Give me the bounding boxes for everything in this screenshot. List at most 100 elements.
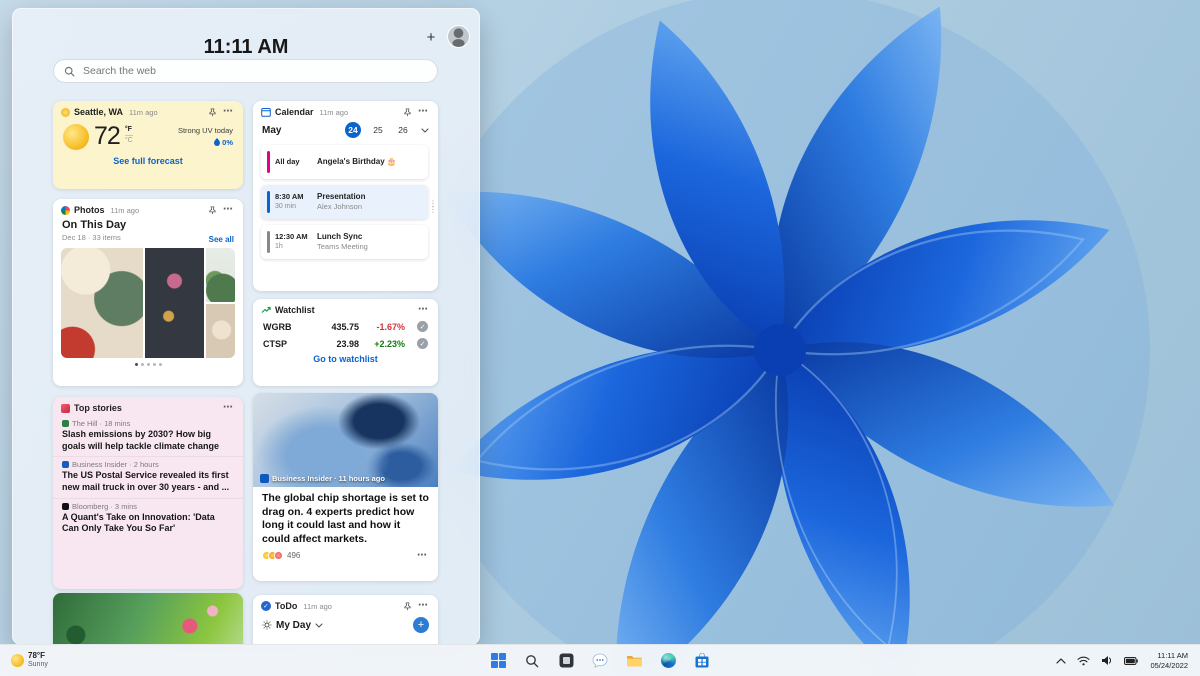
more-menu-icon[interactable]: ⋯	[416, 601, 430, 611]
event-color-bar	[267, 231, 270, 253]
todo-title: ToDo	[275, 601, 297, 611]
store-button[interactable]	[689, 647, 715, 674]
photo-thumbnail[interactable]	[206, 304, 235, 358]
web-search-bar[interactable]	[53, 59, 438, 83]
tray-date: 05/24/2022	[1150, 661, 1188, 671]
story-headline: Slash emissions by 2030? How big goals w…	[62, 429, 234, 452]
todo-widget[interactable]: ✓ ToDo 11m ago ⋯ My Day +	[253, 595, 438, 645]
photos-widget[interactable]: Photos 11m ago ⋯ On This Day Dec 18 · 33…	[53, 199, 243, 386]
chevron-down-icon[interactable]	[421, 128, 429, 133]
stocks-chart-icon	[261, 305, 271, 315]
stock-row[interactable]: CTSP 23.98 +2.23% ✓	[253, 335, 438, 352]
umbrella-icon	[214, 138, 220, 146]
event-title: Presentation	[317, 192, 365, 203]
tray-chevron-up-icon[interactable]	[1054, 656, 1068, 666]
article-image[interactable]: Business Insider · 11 hours ago	[253, 393, 438, 487]
pin-icon[interactable]	[403, 602, 412, 611]
photos-title: Photos	[74, 205, 105, 215]
event-time: 8:30 AM	[275, 192, 317, 202]
calendar-widget[interactable]: Calendar 11m ago ⋯ May 24 25 26	[253, 101, 438, 291]
watchlist-added-check-icon[interactable]: ✓	[417, 338, 428, 349]
stock-symbol: CTSP	[263, 339, 307, 349]
calendar-day-26[interactable]: 26	[395, 122, 411, 138]
volume-icon[interactable]	[1099, 653, 1115, 668]
unit-fahrenheit[interactable]: °F	[125, 125, 133, 134]
stock-change: +2.23%	[359, 339, 405, 349]
watchlist-added-check-icon[interactable]: ✓	[417, 321, 428, 332]
widgets-taskbar-button[interactable]: 78°F Sunny	[4, 647, 55, 674]
chat-button[interactable]	[587, 647, 613, 674]
weather-logo-icon	[61, 108, 70, 117]
calendar-event[interactable]: 12:30 AM 1h Lunch Sync Teams Meeting	[261, 225, 428, 259]
top-stories-title: Top stories	[74, 403, 122, 413]
photo-thumbnail[interactable]	[206, 248, 235, 302]
watchlist-widget[interactable]: Watchlist ⋯ WGRB 435.75 -1.67% ✓ CTSP 23…	[253, 299, 438, 386]
pin-icon[interactable]	[208, 108, 217, 117]
see-all-link[interactable]: See all	[209, 235, 234, 244]
desktop: 11:11 AM + Seattle, WA 11m ago ⋯	[0, 0, 1200, 676]
edge-button[interactable]	[655, 647, 681, 674]
stock-row[interactable]: WGRB 435.75 -1.67% ✓	[253, 318, 438, 335]
partial-photo-card[interactable]	[53, 593, 243, 645]
go-to-watchlist-link[interactable]: Go to watchlist	[253, 354, 438, 364]
battery-icon[interactable]	[1122, 655, 1140, 667]
top-stories-widget[interactable]: Top stories ⋯ The Hill · 18 mins Slash e…	[53, 397, 243, 589]
add-task-button[interactable]: +	[413, 617, 429, 633]
event-subtitle: Teams Meeting	[317, 242, 368, 252]
reactions-button[interactable]	[262, 551, 283, 560]
see-full-forecast-link[interactable]: See full forecast	[53, 156, 243, 166]
story-item[interactable]: The Hill · 18 mins Slash emissions by 20…	[53, 416, 243, 456]
calendar-icon	[261, 107, 271, 117]
start-button[interactable]	[485, 647, 511, 674]
pin-icon[interactable]	[208, 206, 217, 215]
microsoft-store-icon	[695, 653, 709, 668]
bloomberg-logo-icon	[62, 503, 69, 510]
windows-logo-icon	[491, 653, 506, 668]
photo-thumbnail[interactable]	[145, 248, 204, 358]
photo-collage[interactable]	[61, 248, 235, 358]
stock-symbol: WGRB	[263, 322, 307, 332]
folder-icon	[626, 654, 642, 667]
photo-thumbnail[interactable]	[61, 248, 143, 358]
add-widget-button[interactable]: +	[421, 27, 441, 47]
event-time: 12:30 AM	[275, 232, 317, 242]
calendar-day-24[interactable]: 24	[345, 122, 361, 138]
more-menu-icon[interactable]: ⋯	[221, 107, 235, 117]
more-menu-icon[interactable]: ⋯	[415, 551, 429, 561]
file-explorer-button[interactable]	[621, 647, 647, 674]
pin-icon[interactable]	[403, 108, 412, 117]
calendar-title: Calendar	[275, 107, 314, 117]
chevron-down-icon[interactable]	[315, 623, 323, 628]
calendar-event[interactable]: All day Angela's Birthday 🎂	[261, 145, 428, 179]
wifi-icon[interactable]	[1075, 654, 1092, 668]
news-article-widget[interactable]: Business Insider · 11 hours ago The glob…	[253, 393, 438, 581]
more-menu-icon[interactable]: ⋯	[221, 403, 235, 413]
more-menu-icon[interactable]: ⋯	[416, 305, 430, 315]
carousel-dots[interactable]	[53, 361, 243, 368]
task-view-button[interactable]	[553, 647, 579, 674]
taskbar-weather-temp: 78°F	[28, 651, 48, 661]
temperature-value: 72	[94, 122, 120, 151]
widget-resize-handle[interactable]: ⋮⋮	[429, 201, 437, 214]
on-this-day-heading: On This Day	[62, 218, 126, 233]
user-avatar[interactable]	[447, 25, 470, 48]
story-item[interactable]: Business Insider · 2 hours The US Postal…	[53, 456, 243, 497]
calendar-event[interactable]: 8:30 AM 30 min Presentation Alex Johnson	[261, 185, 428, 219]
calendar-month: May	[262, 125, 281, 136]
tray-clock[interactable]: 11:11 AM 05/24/2022	[1147, 651, 1191, 671]
more-menu-icon[interactable]: ⋯	[416, 107, 430, 117]
search-button[interactable]	[519, 647, 545, 674]
weather-widget[interactable]: Seattle, WA 11m ago ⋯ 72 °F °C Strong UV…	[53, 101, 243, 189]
calendar-updated: 11m ago	[320, 108, 349, 117]
article-headline[interactable]: The global chip shortage is set to drag …	[253, 487, 438, 550]
story-item[interactable]: Bloomberg · 3 mins A Quant's Take on Inn…	[53, 498, 243, 539]
my-day-sun-icon	[262, 620, 272, 630]
calendar-day-25[interactable]: 25	[370, 122, 386, 138]
event-color-bar	[267, 151, 270, 173]
more-menu-icon[interactable]: ⋯	[221, 205, 235, 215]
my-day-heading: My Day	[276, 620, 311, 631]
taskbar-weather-sun-icon	[11, 654, 24, 667]
search-input[interactable]	[81, 64, 427, 78]
unit-celsius[interactable]: °C	[125, 135, 133, 145]
chat-bubble-icon	[592, 653, 608, 668]
